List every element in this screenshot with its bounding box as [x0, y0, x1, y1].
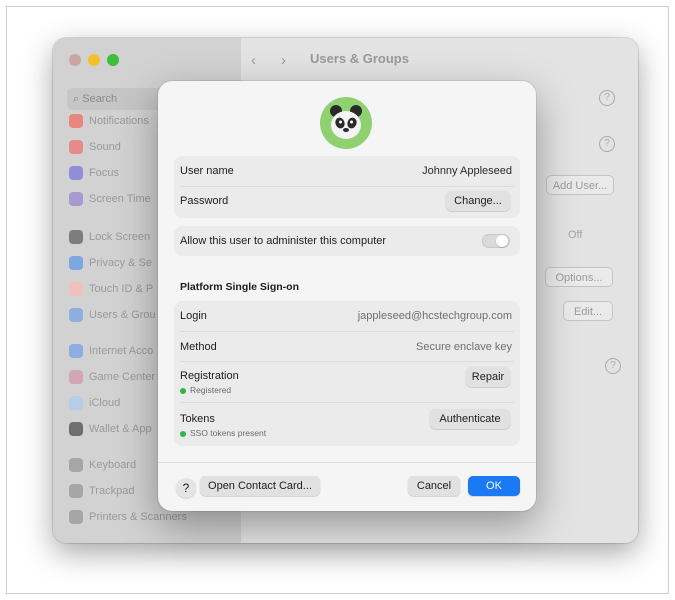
registration-status-text: Registered	[190, 385, 232, 395]
options-button[interactable]: Options...	[545, 267, 613, 287]
login-value: jappleseed@hcstechgroup.com	[357, 310, 512, 322]
forward-button[interactable]: ›	[281, 52, 286, 69]
login-label: Login	[180, 310, 207, 322]
sidebar-item-icon	[69, 192, 83, 207]
sidebar-item-icon	[69, 370, 83, 385]
zoom-window-button[interactable]	[107, 54, 119, 66]
minimize-window-button[interactable]	[88, 54, 100, 66]
registration-label: Registration	[180, 370, 239, 382]
admin-label: Allow this user to administer this compu…	[180, 235, 387, 247]
info-icon[interactable]: ?	[599, 90, 615, 106]
sidebar-item-icon	[69, 282, 83, 297]
method-label: Method	[180, 341, 217, 353]
sidebar-item-label: Touch ID & P	[89, 283, 154, 295]
sidebar-item-icon	[69, 114, 83, 129]
sidebar-item-label: Focus	[89, 167, 119, 179]
open-contact-card-button[interactable]: Open Contact Card...	[200, 476, 320, 496]
sidebar-item-label: Privacy & Se	[89, 257, 152, 269]
search-placeholder: Search	[82, 93, 118, 105]
sidebar-item-icon	[69, 256, 83, 271]
status-dot-icon	[180, 430, 186, 437]
admin-toggle[interactable]	[482, 234, 510, 248]
status-dot-icon	[180, 387, 186, 394]
sidebar-item-label: Internet Acco	[89, 345, 154, 357]
sidebar-item-icon	[69, 344, 83, 359]
divider	[180, 331, 514, 332]
tokens-status: SSO tokens present	[180, 428, 266, 438]
close-window-button[interactable]	[69, 54, 81, 66]
user-name-label: User name	[180, 165, 234, 177]
search-icon: ⌕	[73, 93, 80, 105]
help-button[interactable]: ?	[176, 478, 196, 498]
sidebar-item-label: Lock Screen	[89, 231, 151, 243]
sidebar-item-icon	[69, 140, 83, 155]
divider	[180, 402, 514, 403]
sidebar-item-icon	[69, 308, 83, 323]
registration-status: Registered	[180, 385, 231, 395]
ok-button[interactable]: OK	[468, 476, 520, 496]
sidebar-item-icon	[69, 458, 83, 473]
tokens-status-text: SSO tokens present	[190, 428, 267, 438]
cancel-button[interactable]: Cancel	[408, 476, 460, 496]
sidebar-item-icon	[69, 510, 83, 525]
divider	[180, 186, 514, 187]
sidebar-item-icon	[69, 166, 83, 181]
sidebar-item-label: Notifications	[89, 115, 149, 127]
edit-button[interactable]: Edit...	[563, 301, 613, 321]
user-details-dialog: User name Johnny Appleseed Password Chan…	[158, 81, 536, 511]
back-button[interactable]: ‹	[251, 52, 256, 69]
sidebar-item-icon	[69, 484, 83, 499]
sidebar-item-label: Users & Grou	[89, 309, 156, 321]
user-name-value: Johnny Appleseed	[422, 165, 512, 177]
repair-button[interactable]: Repair	[466, 367, 510, 387]
sidebar-item-icon	[69, 230, 83, 245]
sso-section-title: Platform Single Sign-on	[180, 281, 300, 293]
sidebar-item-label: Trackpad	[89, 485, 135, 497]
sidebar-item-label: Wallet & App	[89, 423, 152, 435]
sidebar-item-icon	[69, 422, 83, 437]
divider	[180, 361, 514, 362]
admin-card: Allow this user to administer this compu…	[174, 226, 520, 256]
help-icon[interactable]: ?	[605, 358, 621, 374]
sidebar-item-label: Printers & Scanners	[89, 511, 187, 523]
add-user-button[interactable]: Add User...	[546, 175, 614, 195]
panda-avatar-icon[interactable]	[320, 97, 372, 149]
toggle-knob	[496, 235, 508, 247]
sidebar-item-label: Keyboard	[89, 459, 137, 471]
sso-card: Login jappleseed@hcstechgroup.com Method…	[174, 301, 520, 446]
window-title: Users & Groups	[310, 51, 409, 66]
info-icon[interactable]: ?	[599, 136, 615, 152]
sidebar-item-icon	[69, 396, 83, 411]
sidebar-item-label: Sound	[89, 141, 121, 153]
authenticate-button[interactable]: Authenticate	[430, 409, 510, 429]
method-value: Secure enclave key	[416, 341, 512, 353]
account-card: User name Johnny Appleseed Password Chan…	[174, 156, 520, 218]
sidebar-item-label: Screen Time	[89, 193, 151, 205]
change-password-button[interactable]: Change...	[446, 191, 510, 211]
footer-divider	[158, 462, 536, 463]
password-label: Password	[180, 195, 229, 207]
tokens-label: Tokens	[180, 413, 215, 425]
off-status: Off	[568, 229, 583, 241]
sidebar-item-label: Game Center	[89, 371, 156, 383]
sidebar-item-label: iCloud	[89, 397, 121, 409]
